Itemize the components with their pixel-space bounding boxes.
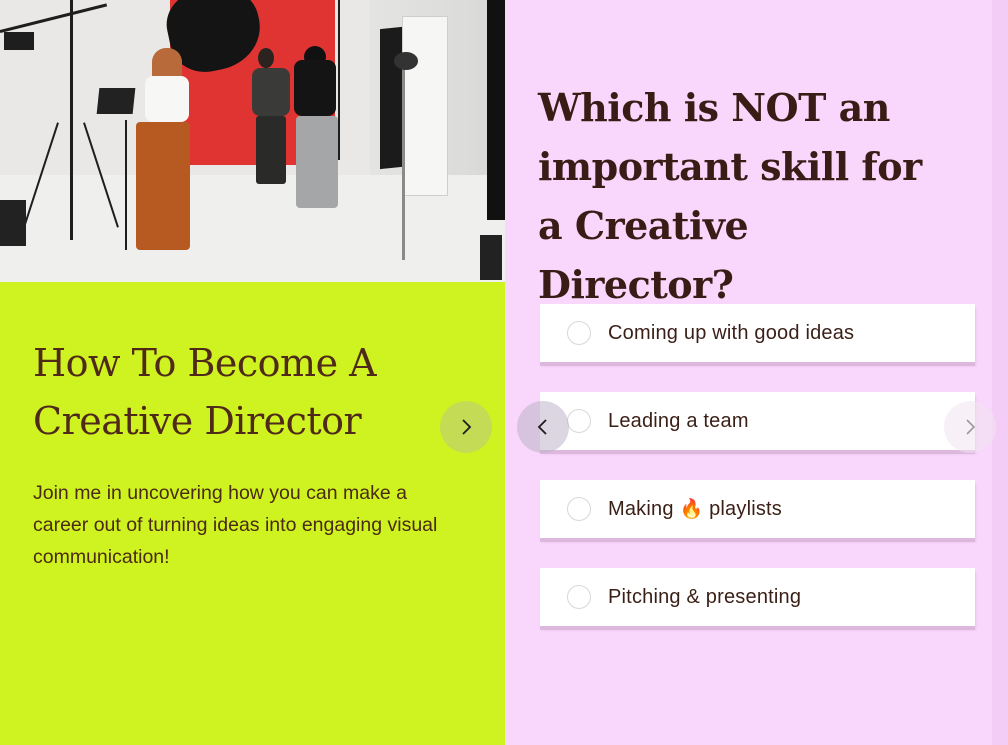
quiz-option-label: Leading a team <box>608 409 749 432</box>
radio-button-icon[interactable] <box>567 497 591 521</box>
photo-case <box>0 200 26 246</box>
photo-edge <box>487 0 505 220</box>
next-slide-button[interactable] <box>440 401 492 453</box>
course-panel: How To Become A Creative Director Join m… <box>0 0 505 745</box>
fire-emoji-icon: 🔥 <box>679 499 704 520</box>
panel-edge-strip <box>992 0 1008 745</box>
photo-person-model-pants <box>256 116 286 184</box>
quiz-option[interactable]: Pitching & presenting <box>540 568 975 626</box>
photo-light <box>4 32 34 50</box>
photo-boom-arm <box>0 3 108 33</box>
hero-photo <box>0 0 505 282</box>
photo-person-model <box>252 68 290 116</box>
photo-tripod <box>125 120 127 250</box>
chevron-left-icon <box>537 419 547 435</box>
radio-button-icon[interactable] <box>567 585 591 609</box>
quiz-option-label: Coming up with good ideas <box>608 321 855 344</box>
radio-button-icon[interactable] <box>567 409 591 433</box>
course-description: Join me in uncovering how you can make a… <box>33 482 438 568</box>
photo-case <box>480 235 502 280</box>
photo-flat-white <box>402 16 448 196</box>
quiz-option[interactable]: Making 🔥 playlists <box>540 480 975 538</box>
quiz-option-label-start: Making <box>608 498 674 520</box>
radio-button-icon[interactable] <box>567 321 591 345</box>
quiz-option-label: Pitching & presenting <box>608 585 802 608</box>
chevron-right-icon <box>462 419 472 435</box>
quiz-option[interactable]: Coming up with good ideas <box>540 304 975 362</box>
photo-person-photographer-pants <box>296 116 338 208</box>
photo-laptop <box>96 88 136 114</box>
photo-person-model-head <box>258 48 274 68</box>
previous-slide-button[interactable] <box>517 401 569 453</box>
photo-flat-black <box>380 26 402 170</box>
quiz-question: Which is NOT an important skill for a Cr… <box>538 85 922 307</box>
photo-backdrop-stand <box>338 0 340 160</box>
chevron-right-icon <box>966 419 976 435</box>
quiz-option-label: Making 🔥 playlists <box>608 497 782 521</box>
course-title: How To Become A Creative Director <box>33 341 377 443</box>
quiz-option[interactable]: Leading a team <box>540 392 975 450</box>
photo-person-assistant-pants <box>136 122 190 250</box>
photo-stand <box>70 0 73 240</box>
next-slide-button-right[interactable] <box>944 401 996 453</box>
photo-cstand <box>402 60 405 260</box>
photo-person-photographer <box>294 60 336 116</box>
quiz-option-label-end: playlists <box>709 498 783 520</box>
photo-reflector <box>394 52 418 70</box>
photo-person-assistant <box>145 76 189 122</box>
quiz-options: Coming up with good ideas Leading a team… <box>540 304 975 656</box>
